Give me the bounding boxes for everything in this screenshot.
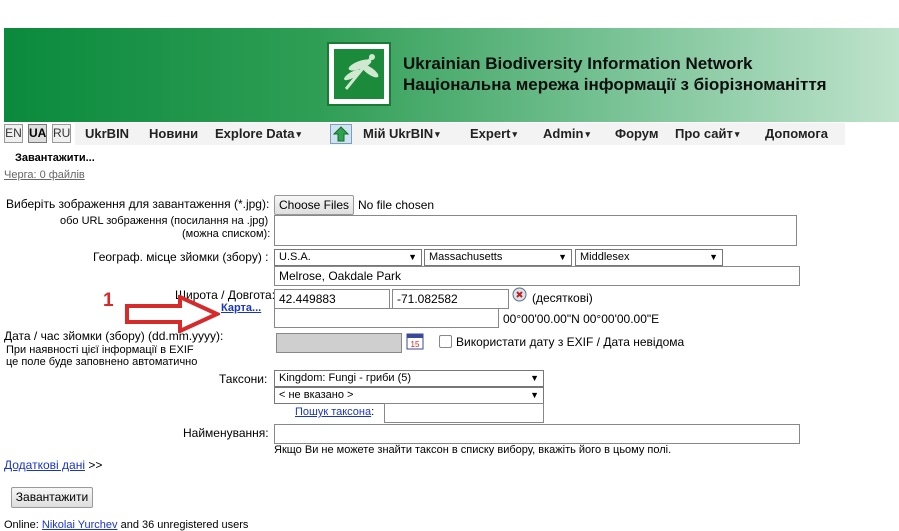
nav-news[interactable]: Новини	[149, 126, 198, 141]
lang-ru-button[interactable]: RU	[52, 124, 71, 143]
taxon-search-link[interactable]: Пошук таксона	[295, 406, 371, 418]
exif-note-1: При наявності цієї інформації в EXIF	[6, 344, 194, 356]
chevron-down-icon: ▾	[435, 129, 440, 139]
online-users: Online: Nikolai Yurchev and 36 unregiste…	[4, 519, 249, 531]
submit-button[interactable]: Завантажити	[11, 487, 93, 508]
dropdown-arrow-icon: ▼	[530, 373, 539, 383]
dragonfly-icon	[334, 49, 384, 99]
nav-expert[interactable]: Expert ▾	[470, 126, 517, 141]
taxon-search-label: Пошук таксона:	[295, 406, 375, 418]
nav-help[interactable]: Допомога	[765, 126, 828, 141]
lang-en-button[interactable]: EN	[4, 124, 23, 143]
exif-note-2: це поле буде заповнено автоматично	[6, 356, 198, 368]
subtaxon-select[interactable]: < не вказано > ▼	[274, 387, 544, 404]
chevron-down-icon: ▾	[734, 129, 740, 139]
county-select[interactable]: Middlesex ▼	[575, 249, 723, 266]
dropdown-arrow-icon: ▼	[558, 252, 567, 262]
dms-display: 00°00'00.00"N 00°00'00.00"E	[503, 312, 660, 326]
geo-label: Географ. місце зйомки (збору) :	[93, 250, 269, 264]
name-hint: Якщо Ви не можете знайти таксон в списку…	[274, 444, 672, 456]
file-status: No file chosen	[358, 198, 435, 212]
chevron-down-icon: ▾	[296, 129, 302, 139]
queue-link[interactable]: Черга: 0 файлів	[4, 169, 85, 181]
clear-coordinates-icon[interactable]	[512, 287, 527, 302]
kingdom-select[interactable]: Kingdom: Fungi - гриби (5) ▼	[274, 370, 544, 387]
site-title-en: Ukrainian Biodiversity Information Netwo…	[403, 54, 753, 73]
exif-date-checkbox[interactable]	[439, 335, 452, 348]
nav-my-ukrbin[interactable]: Мій UkrBIN ▾	[363, 126, 440, 141]
nav-admin[interactable]: Admin ▾	[543, 126, 590, 141]
main-nav: EN UA RU UkrBIN Новини Explore Data ▾ Мій…	[0, 124, 899, 144]
decimal-note: (десяткові)	[532, 291, 593, 305]
extra-data-toggle[interactable]: Додаткові дані >>	[4, 458, 102, 472]
longitude-input[interactable]	[392, 289, 509, 309]
taxa-label: Таксони:	[219, 372, 268, 386]
exif-date-label: Використати дату з EXIF / Дата невідома	[456, 335, 685, 349]
dropdown-arrow-icon: ▼	[408, 252, 417, 262]
dropdown-arrow-icon: ▼	[530, 390, 539, 400]
locality-input[interactable]	[274, 266, 800, 286]
name-input[interactable]	[274, 424, 800, 444]
nav-about[interactable]: Про сайт ▾	[675, 126, 739, 141]
file-label: Виберіть зображення для завантаження (*.…	[6, 197, 270, 211]
annotation-arrow-icon	[125, 293, 222, 335]
upload-status-title: Завантажити...	[15, 152, 95, 164]
name-label: Найменування:	[183, 426, 269, 440]
chevron-down-icon: ▾	[512, 129, 517, 139]
nav-forum[interactable]: Форум	[615, 126, 658, 141]
date-input[interactable]	[276, 333, 402, 353]
nav-ukrbin[interactable]: UkrBIN	[85, 126, 129, 141]
calendar-icon[interactable]: 15	[406, 331, 424, 350]
state-select[interactable]: Massachusetts ▼	[424, 249, 572, 266]
upload-icon[interactable]	[330, 124, 352, 147]
url-label: обо URL зображення (посилання на .jpg)	[60, 215, 269, 227]
extra-data-link[interactable]: Додаткові дані	[4, 458, 85, 472]
image-url-textarea[interactable]	[274, 215, 797, 246]
nav-explore-data[interactable]: Explore Data ▾	[215, 126, 301, 141]
svg-text:15: 15	[411, 340, 420, 349]
taxon-search-input[interactable]	[384, 403, 544, 423]
dms-input[interactable]	[274, 308, 499, 328]
map-link[interactable]: Карта...	[221, 302, 261, 314]
dropdown-arrow-icon: ▼	[709, 252, 718, 262]
country-select[interactable]: U.S.A. ▼	[274, 249, 422, 266]
date-label: Дата / час зйомки (збору) (dd.mm.yyyy):	[4, 329, 224, 343]
online-user-link[interactable]: Nikolai Yurchev	[42, 519, 118, 531]
lang-ua-button[interactable]: UA	[28, 124, 47, 143]
chevron-down-icon: ▾	[585, 129, 590, 139]
url-label-note: (можна списком):	[182, 228, 271, 240]
site-title-ua: Національна мережа інформації з біорізно…	[403, 75, 827, 94]
choose-files-button[interactable]: Choose Files	[274, 195, 354, 215]
ukrbin-logo[interactable]	[327, 42, 391, 106]
annotation-number: 1	[103, 290, 114, 311]
latitude-input[interactable]	[274, 289, 390, 309]
